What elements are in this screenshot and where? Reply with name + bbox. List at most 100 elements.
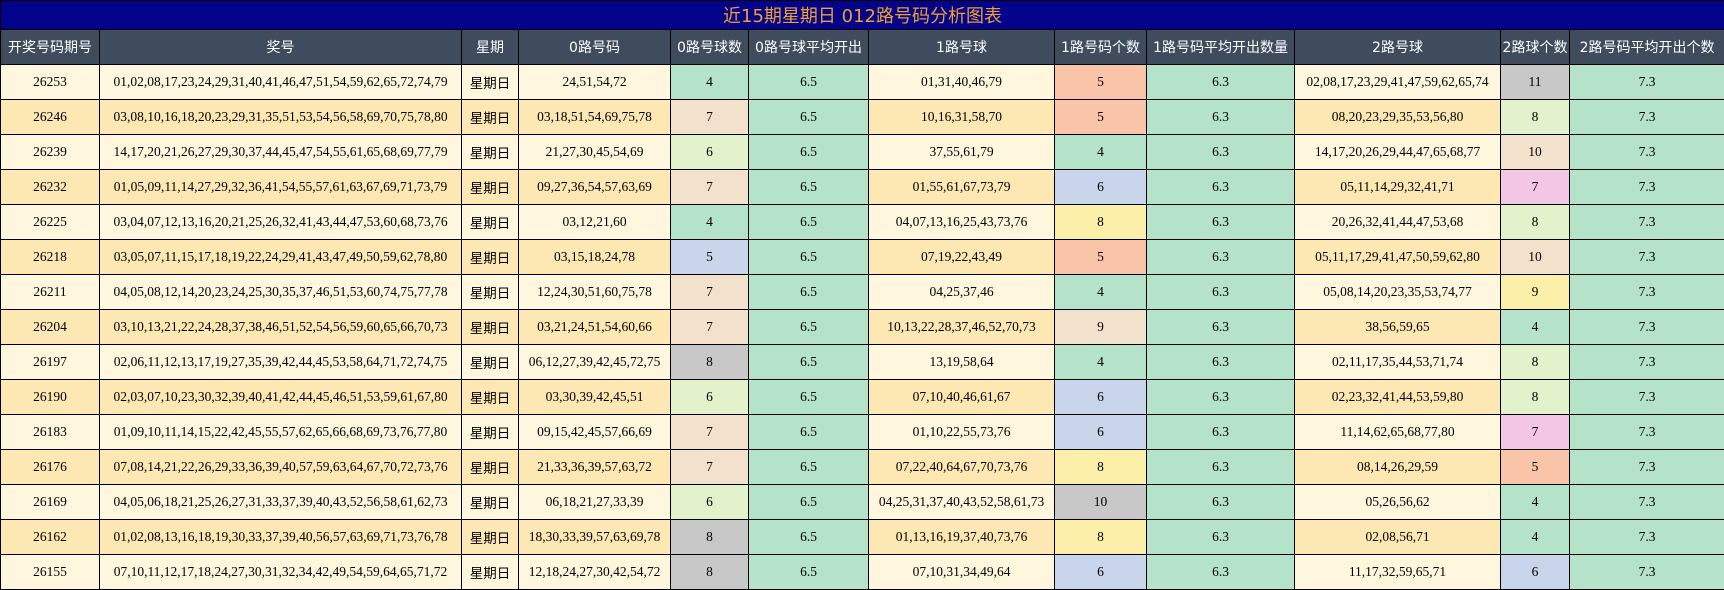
- route0-avg-cell: 6.5: [749, 100, 869, 135]
- route0-avg-cell: 6.5: [749, 205, 869, 240]
- route2-avg-cell: 7.3: [1570, 415, 1724, 450]
- route0-numbers-cell: 03,21,24,51,54,60,66: [519, 310, 671, 345]
- route0-numbers-cell: 21,33,36,39,57,63,72: [519, 450, 671, 485]
- route0-numbers-cell: 09,27,36,54,57,63,69: [519, 170, 671, 205]
- route2-avg-cell: 7.3: [1570, 380, 1724, 415]
- route1-avg-cell: 6.3: [1147, 100, 1295, 135]
- header-weekday: 星期: [462, 30, 519, 65]
- route2-numbers-cell: 11,14,62,65,68,77,80: [1295, 415, 1501, 450]
- route0-count-cell: 7: [671, 100, 749, 135]
- route2-numbers-cell: 02,11,17,35,44,53,71,74: [1295, 345, 1501, 380]
- table-row: 2621803,05,07,11,15,17,18,19,22,24,29,41…: [1, 240, 1724, 275]
- period-cell: 26183: [1, 415, 100, 450]
- route1-numbers-cell: 07,19,22,43,49: [869, 240, 1055, 275]
- route1-count-cell: 5: [1055, 240, 1147, 275]
- route1-count-cell: 6: [1055, 555, 1147, 590]
- weekday-cell: 星期日: [462, 520, 519, 555]
- table-row: 2617607,08,14,21,22,26,29,33,36,39,40,57…: [1, 450, 1724, 485]
- table-row: 2621104,05,08,12,14,20,23,24,25,30,35,37…: [1, 275, 1724, 310]
- route2-count-cell: 8: [1501, 205, 1570, 240]
- numbers-cell: 03,04,07,12,13,16,20,21,25,26,32,41,43,4…: [100, 205, 462, 240]
- route0-count-cell: 7: [671, 310, 749, 345]
- weekday-cell: 星期日: [462, 100, 519, 135]
- route0-numbers-cell: 03,12,21,60: [519, 205, 671, 240]
- route2-avg-cell: 7.3: [1570, 275, 1724, 310]
- table-row: 2620403,10,13,21,22,24,28,37,38,46,51,52…: [1, 310, 1724, 345]
- period-cell: 26176: [1, 450, 100, 485]
- route1-avg-cell: 6.3: [1147, 170, 1295, 205]
- numbers-cell: 03,05,07,11,15,17,18,19,22,24,29,41,43,4…: [100, 240, 462, 275]
- route0-numbers-cell: 12,24,30,51,60,75,78: [519, 275, 671, 310]
- route2-numbers-cell: 11,17,32,59,65,71: [1295, 555, 1501, 590]
- table-row: 2623201,05,09,11,14,27,29,32,36,41,54,55…: [1, 170, 1724, 205]
- table-row: 2619702,06,11,12,13,17,19,27,35,39,42,44…: [1, 345, 1724, 380]
- route2-count-cell: 4: [1501, 485, 1570, 520]
- route2-count-cell: 8: [1501, 380, 1570, 415]
- table-title: 近15期星期日 012路号码分析图表: [1, 1, 1724, 30]
- route0-avg-cell: 6.5: [749, 275, 869, 310]
- route1-avg-cell: 6.3: [1147, 415, 1295, 450]
- weekday-cell: 星期日: [462, 275, 519, 310]
- route1-avg-cell: 6.3: [1147, 275, 1295, 310]
- route1-numbers-cell: 13,19,58,64: [869, 345, 1055, 380]
- table-row: 2623914,17,20,21,26,27,29,30,37,44,45,47…: [1, 135, 1724, 170]
- route0-avg-cell: 6.5: [749, 450, 869, 485]
- period-cell: 26169: [1, 485, 100, 520]
- route2-avg-cell: 7.3: [1570, 170, 1724, 205]
- route1-count-cell: 5: [1055, 65, 1147, 100]
- route2-avg-cell: 7.3: [1570, 555, 1724, 590]
- header-route0-avg: 0路号球平均开出: [749, 30, 869, 65]
- route2-numbers-cell: 08,20,23,29,35,53,56,80: [1295, 100, 1501, 135]
- numbers-cell: 03,10,13,21,22,24,28,37,38,46,51,52,54,5…: [100, 310, 462, 345]
- table-row: 2619002,03,07,10,23,30,32,39,40,41,42,44…: [1, 380, 1724, 415]
- route2-numbers-cell: 05,11,14,29,32,41,71: [1295, 170, 1501, 205]
- route2-count-cell: 7: [1501, 170, 1570, 205]
- route2-numbers-cell: 02,08,56,71: [1295, 520, 1501, 555]
- period-cell: 26197: [1, 345, 100, 380]
- numbers-cell: 14,17,20,21,26,27,29,30,37,44,45,47,54,5…: [100, 135, 462, 170]
- route1-numbers-cell: 10,13,22,28,37,46,52,70,73: [869, 310, 1055, 345]
- numbers-cell: 04,05,08,12,14,20,23,24,25,30,35,37,46,5…: [100, 275, 462, 310]
- numbers-cell: 07,10,11,12,17,18,24,27,30,31,32,34,42,4…: [100, 555, 462, 590]
- weekday-cell: 星期日: [462, 205, 519, 240]
- route0-count-cell: 6: [671, 380, 749, 415]
- route2-count-cell: 4: [1501, 520, 1570, 555]
- route0-numbers-cell: 03,30,39,42,45,51: [519, 380, 671, 415]
- period-cell: 26232: [1, 170, 100, 205]
- header-row: 开奖号码期号 奖号 星期 0路号码 0路号球数 0路号球平均开出 1路号球 1路…: [1, 30, 1724, 65]
- route1-numbers-cell: 04,25,37,46: [869, 275, 1055, 310]
- weekday-cell: 星期日: [462, 310, 519, 345]
- route1-numbers-cell: 07,22,40,64,67,70,73,76: [869, 450, 1055, 485]
- route0-numbers-cell: 06,12,27,39,42,45,72,75: [519, 345, 671, 380]
- table-row: 2624603,08,10,16,18,20,23,29,31,35,51,53…: [1, 100, 1724, 135]
- period-cell: 26162: [1, 520, 100, 555]
- period-cell: 26218: [1, 240, 100, 275]
- route1-count-cell: 5: [1055, 100, 1147, 135]
- route0-numbers-cell: 18,30,33,39,57,63,69,78: [519, 520, 671, 555]
- header-route2-avg: 2路号码平均开出个数: [1570, 30, 1724, 65]
- header-period: 开奖号码期号: [1, 30, 100, 65]
- route2-avg-cell: 7.3: [1570, 100, 1724, 135]
- route2-avg-cell: 7.3: [1570, 485, 1724, 520]
- table-row: 2616201,02,08,13,16,18,19,30,33,37,39,40…: [1, 520, 1724, 555]
- route0-count-cell: 8: [671, 345, 749, 380]
- route0-count-cell: 8: [671, 520, 749, 555]
- numbers-cell: 04,05,06,18,21,25,26,27,31,33,37,39,40,4…: [100, 485, 462, 520]
- weekday-cell: 星期日: [462, 345, 519, 380]
- route1-count-cell: 8: [1055, 450, 1147, 485]
- table-row: 2618301,09,10,11,14,15,22,42,45,55,57,62…: [1, 415, 1724, 450]
- header-route1-numbers: 1路号球: [869, 30, 1055, 65]
- route0-count-cell: 4: [671, 205, 749, 240]
- route2-count-cell: 10: [1501, 240, 1570, 275]
- route0-numbers-cell: 21,27,30,45,54,69: [519, 135, 671, 170]
- route0-count-cell: 7: [671, 450, 749, 485]
- route0-avg-cell: 6.5: [749, 520, 869, 555]
- route2-count-cell: 7: [1501, 415, 1570, 450]
- period-cell: 26211: [1, 275, 100, 310]
- route1-numbers-cell: 01,13,16,19,37,40,73,76: [869, 520, 1055, 555]
- route2-numbers-cell: 14,17,20,26,29,44,47,65,68,77: [1295, 135, 1501, 170]
- route0-count-cell: 7: [671, 275, 749, 310]
- table-row: 2622503,04,07,12,13,16,20,21,25,26,32,41…: [1, 205, 1724, 240]
- weekday-cell: 星期日: [462, 170, 519, 205]
- route1-avg-cell: 6.3: [1147, 380, 1295, 415]
